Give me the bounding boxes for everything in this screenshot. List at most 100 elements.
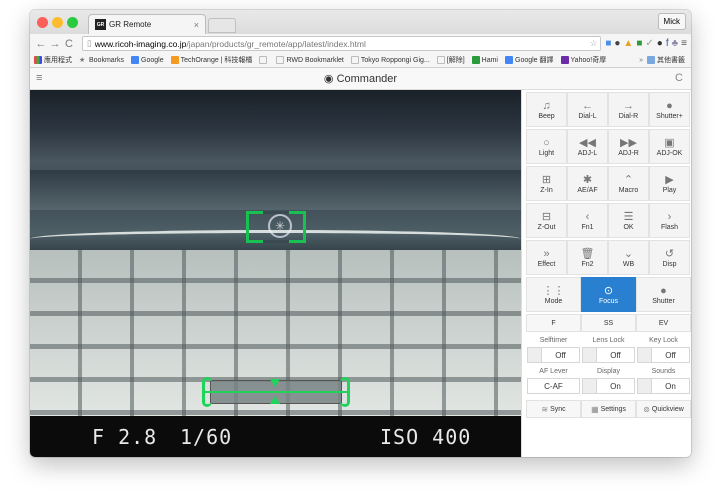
f-button[interactable]: F [526, 314, 581, 332]
zoom-window-button[interactable] [67, 17, 78, 28]
refresh-icon[interactable]: C [675, 72, 683, 84]
arrow-left-icon: ← [582, 99, 593, 112]
app-title: ◉ Commander [323, 73, 398, 85]
mode-button[interactable]: ⋮⋮ Mode [526, 277, 581, 312]
exposure-status-bar: F 2.8 1/60 ISO 400 [30, 416, 521, 457]
selftimer-label: Selftimer [539, 337, 568, 344]
menu-icon[interactable]: ≡ [681, 38, 687, 49]
flash-button[interactable]: › Flash [649, 203, 690, 238]
live-view-scene [30, 170, 521, 210]
key-lock-toggle[interactable]: Off [637, 347, 690, 363]
star-icon[interactable]: ☆ [590, 38, 598, 49]
adj-l-button[interactable]: ◀◀ ADJ-L [567, 129, 608, 164]
camera-icon: ◉ [323, 73, 337, 85]
shutter-plus-button[interactable]: ● Shutter+ [649, 92, 690, 127]
lens-lock-label: Lens Lock [592, 337, 625, 344]
tab-title: GR Remote [109, 20, 152, 29]
macro-button[interactable]: ⌃ Macro [608, 166, 649, 201]
control-panel: ♫ Beep ← Dial-L → Dial-R ● Shutter+ ○ Light ◀… [521, 90, 691, 457]
focus-button[interactable]: ⊙ Focus [581, 277, 636, 312]
close-tab-icon[interactable]: × [194, 20, 199, 30]
bulb-icon: ○ [543, 136, 550, 149]
shutter-button[interactable]: ● Shutter [636, 277, 691, 312]
electronic-level [202, 377, 350, 407]
display-toggle[interactable]: On [582, 378, 635, 394]
chevron-down-icon: ⌄ [623, 247, 634, 260]
bookmark-bookmarks[interactable]: ★ Bookmarks [79, 56, 124, 65]
target-icon: ⊙ [603, 284, 614, 297]
bookmark-google-translate[interactable]: Google 翻譯 [505, 55, 554, 65]
bookmark-techorange[interactable]: TechOrange | 科技報橘 [170, 55, 252, 65]
browser-toolbar: ← → C ▯ www.ricoh-imaging.co.jp /japan/p… [30, 34, 691, 53]
selftimer-toggle[interactable]: Off [527, 347, 580, 363]
url-host: www.ricoh-imaging.co.jp [94, 38, 187, 49]
quickview-button[interactable]: ⊚ Quickview [636, 400, 691, 418]
tab-gr-remote[interactable]: GR GR Remote × [88, 14, 206, 34]
close-window-button[interactable] [37, 17, 48, 28]
live-view[interactable]: ✳ [30, 90, 521, 416]
light-button[interactable]: ○ Light [526, 129, 567, 164]
chevron-left-icon: ‹ [585, 210, 590, 223]
bookmark-page[interactable] [259, 56, 269, 64]
extension-icon[interactable]: ● [657, 38, 663, 49]
bookmark-apps[interactable]: 應用程式 [34, 55, 72, 65]
bookmark-rwd[interactable]: RWD Bookmarklet [276, 56, 344, 64]
bookmark-other[interactable]: » 其他書籤 [639, 55, 685, 65]
ss-button[interactable]: SS [581, 314, 636, 332]
dial-l-button[interactable]: ← Dial-L [567, 92, 608, 127]
iso-value: ISO 400 [380, 425, 472, 449]
bookmark-unlock[interactable]: [解除] [436, 55, 465, 65]
fn2-button[interactable]: 🗑 Fn2 [567, 240, 608, 275]
double-chevron-icon: » [543, 247, 550, 260]
circle-icon: ● [666, 99, 673, 112]
sounds-toggle[interactable]: On [637, 378, 690, 394]
sync-button[interactable]: ≋ Sync [526, 400, 581, 418]
extension-icon[interactable]: ■ [605, 38, 611, 49]
back-icon[interactable]: ← [34, 38, 48, 50]
adj-r-button[interactable]: ▶▶ ADJ-R [608, 129, 649, 164]
plus-square-icon: ⊞ [541, 173, 552, 186]
facebook-icon[interactable]: f [666, 38, 669, 49]
af-lever-label: AF Lever [539, 368, 568, 375]
list-icon: ☰ [623, 210, 634, 223]
reload-icon[interactable]: C [62, 38, 76, 50]
extension-icon[interactable]: ▲ [623, 38, 633, 49]
forward-icon[interactable]: → [48, 38, 62, 50]
ae-af-button[interactable]: ✱ AE/AF [567, 166, 608, 201]
bookmark-google[interactable]: Google [131, 56, 164, 64]
fn1-button[interactable]: ‹ Fn1 [567, 203, 608, 238]
display-label: Display [597, 368, 620, 375]
adj-ok-button[interactable]: ▣ ADJ-OK [649, 129, 690, 164]
undo-icon: ↺ [664, 247, 675, 260]
settings-button[interactable]: ▦ Settings [581, 400, 636, 418]
disp-button[interactable]: ↺ Disp [649, 240, 690, 275]
wb-button[interactable]: ⌄ WB [608, 240, 649, 275]
extension-icon[interactable]: ♣ [672, 38, 679, 49]
bookmark-yahoo[interactable]: Yahoo!奇摩 [560, 55, 606, 65]
play-button[interactable]: ▶ Play [649, 166, 690, 201]
user-profile-button[interactable]: Mick [657, 13, 686, 30]
extension-icon[interactable]: ● [614, 38, 620, 49]
ev-button[interactable]: EV [636, 314, 691, 332]
new-tab-button[interactable] [208, 18, 236, 33]
bookmark-hami[interactable]: Hami [471, 56, 498, 64]
zoom-in-button[interactable]: ⊞ Z-In [526, 166, 567, 201]
shutter-value: 1/60 [180, 425, 233, 449]
gr-favicon: GR [95, 19, 106, 30]
app-header: ≡ ◉ Commander C [30, 68, 691, 90]
address-bar[interactable]: ▯ www.ricoh-imaging.co.jp /japan/product… [82, 36, 602, 51]
dial-r-button[interactable]: → Dial-R [608, 92, 649, 127]
beep-button[interactable]: ♫ Beep [526, 92, 567, 127]
effect-button[interactable]: » Effect [526, 240, 567, 275]
lens-lock-toggle[interactable]: Off [582, 347, 635, 363]
bookmark-tokyo[interactable]: Tokyo Roppongi Gig... [350, 56, 430, 64]
check-icon[interactable]: ✓ [645, 38, 653, 49]
ok-button[interactable]: ☰ OK [608, 203, 649, 238]
minimize-window-button[interactable] [52, 17, 63, 28]
extension-icon[interactable]: ■ [636, 38, 642, 49]
zoom-out-button[interactable]: ⊟ Z-Out [526, 203, 567, 238]
chevron-right-icon: › [667, 210, 672, 223]
circle-icon: ● [660, 284, 667, 297]
browser-window: GR GR Remote × Mick ← → C ▯ www.ricoh-im… [30, 10, 691, 457]
af-lever-toggle[interactable]: C-AF [527, 378, 580, 394]
